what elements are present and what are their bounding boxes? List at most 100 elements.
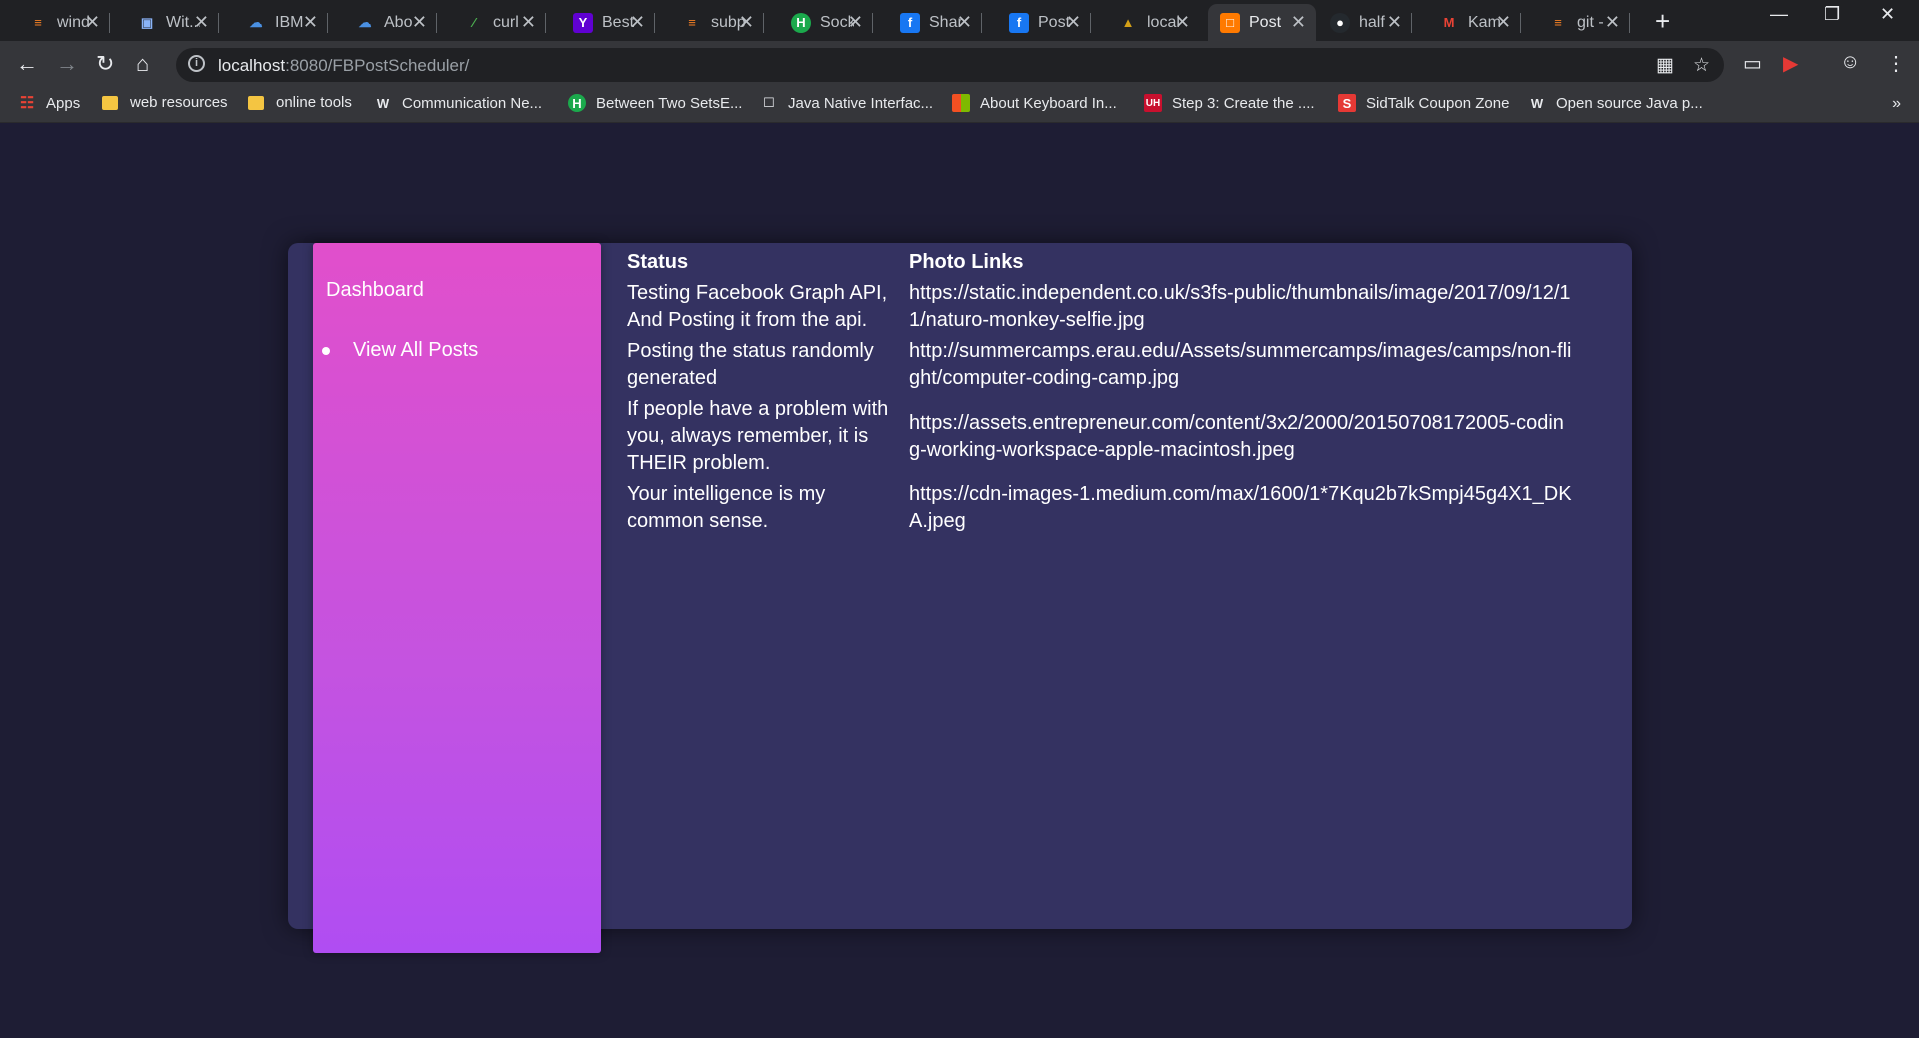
browser-tab-active[interactable]: □ Post ✕ (1208, 4, 1316, 41)
close-icon[interactable]: ✕ (1066, 12, 1081, 33)
close-icon[interactable]: ✕ (1291, 12, 1306, 33)
browser-toolbar: ← → ↻ ⌂ i localhost:8080/FBPostScheduler… (0, 41, 1919, 88)
sidtalk-icon: S (1338, 94, 1356, 112)
home-icon[interactable]: ⌂ (136, 51, 149, 77)
close-icon[interactable]: ✕ (521, 12, 536, 33)
info-icon[interactable]: i (188, 55, 205, 72)
bookmark-label: online tools (276, 94, 352, 111)
browser-tab[interactable]: ☁ IBM ✕ (234, 4, 328, 41)
close-icon[interactable]: ✕ (303, 12, 318, 33)
folder-icon (102, 95, 118, 110)
browser-tab[interactable]: M Kam ✕ (1427, 4, 1521, 41)
tab-separator (1629, 13, 1630, 33)
table-row: Posting the status randomly generated ht… (627, 336, 1589, 394)
back-icon[interactable]: ← (16, 51, 38, 77)
tab-separator (1411, 13, 1412, 33)
bookmark-item[interactable]: About Keyboard In... (952, 94, 1117, 112)
close-icon[interactable]: ✕ (957, 12, 972, 33)
tab-strip: ≡ wind ✕ ▣ Wit... ✕ ☁ IBM ✕ ☁ Abo ✕ ∕ cu… (0, 0, 1919, 41)
bookmark-item[interactable]: H Between Two SetsE... (568, 94, 742, 112)
tab-separator (763, 13, 764, 33)
stackoverflow-icon: ≡ (688, 15, 696, 30)
bookmark-label: Java Native Interfac... (788, 94, 934, 112)
status-cell: Testing Facebook Graph API, And Posting … (627, 282, 888, 331)
tab-separator (872, 13, 873, 33)
close-icon[interactable]: ✕ (412, 12, 427, 33)
status-cell: If people have a problem with you, alway… (627, 398, 889, 474)
youtube-extension-icon[interactable]: ▶ (1783, 51, 1798, 76)
url-host: localhost (218, 56, 286, 75)
address-bar[interactable]: i localhost:8080/FBPostScheduler/ ▦ ☆ (176, 48, 1724, 82)
url-text[interactable]: localhost:8080/FBPostScheduler/ (218, 56, 469, 76)
browser-tab[interactable]: ≡ wind ✕ (16, 4, 110, 41)
cast-icon[interactable]: ▭ (1743, 51, 1762, 76)
photo-link-cell: https://assets.entrepreneur.com/content/… (909, 411, 1564, 461)
profile-avatar-icon[interactable]: ☺ (1840, 51, 1860, 74)
sidebar-nav: View All Posts (322, 339, 478, 362)
sidebar-item-view-all-posts[interactable]: View All Posts (322, 339, 478, 362)
browser-tab[interactable]: Y Best ✕ (561, 4, 655, 41)
postscheduler-icon: □ (1220, 12, 1240, 33)
close-icon[interactable]: ✕ (1387, 12, 1402, 33)
github-icon: ● (1330, 12, 1350, 33)
browser-tab[interactable]: f Shar ✕ (888, 4, 982, 41)
browser-tab[interactable]: ▣ Wit... ✕ (125, 4, 219, 41)
browser-tab[interactable]: ≡ subp ✕ (670, 4, 764, 41)
more-bookmarks-icon[interactable]: » (1892, 95, 1901, 113)
reload-icon[interactable]: ↻ (96, 51, 114, 77)
bookmark-item[interactable]: W Open source Java p... (1528, 94, 1703, 112)
close-icon[interactable]: ✕ (1605, 12, 1620, 33)
bullet-icon (322, 346, 330, 355)
microsoft-icon (952, 94, 970, 112)
close-icon[interactable]: ✕ (85, 12, 100, 33)
bookmark-item[interactable]: W Communication Ne... (374, 94, 542, 112)
tab-separator (1520, 13, 1521, 33)
browser-tab[interactable]: ▲ local ✕ (1106, 4, 1200, 41)
cloud-icon: ☁ (249, 14, 263, 30)
sidebar-item-label: View All Posts (353, 339, 479, 361)
bookmark-label: web resources (130, 94, 228, 111)
uh-icon: UH (1144, 94, 1162, 112)
bookmark-apps[interactable]: ☷ Apps (18, 94, 80, 113)
close-icon[interactable]: ✕ (848, 12, 863, 33)
browser-tab[interactable]: f Post ✕ (997, 4, 1091, 41)
photo-link-cell: https://cdn-images-1.medium.com/max/1600… (909, 483, 1572, 532)
close-icon[interactable]: ✕ (194, 12, 209, 33)
menu-icon[interactable]: ⋮ (1886, 51, 1906, 76)
browser-tab[interactable]: ∕ curl ✕ (452, 4, 546, 41)
apps-grid-icon: ☷ (19, 95, 35, 112)
bookmark-label: About Keyboard In... (980, 94, 1117, 112)
restore-icon[interactable]: ❐ (1824, 4, 1840, 25)
sidebar-title[interactable]: Dashboard (326, 279, 424, 302)
stackoverflow-icon: ≡ (34, 15, 42, 30)
new-tab-icon[interactable]: + (1655, 6, 1670, 37)
tab-separator (436, 13, 437, 33)
table-row: If people have a problem with you, alway… (627, 394, 1589, 479)
bookmark-star-icon[interactable]: ☆ (1693, 54, 1710, 77)
close-icon[interactable]: ✕ (630, 12, 645, 33)
bookmark-folder[interactable]: online tools (248, 94, 352, 111)
browser-tab[interactable]: ● half ✕ (1318, 4, 1412, 41)
translate-icon[interactable]: ▦ (1656, 54, 1674, 77)
bookmark-item[interactable]: S SidTalk Coupon Zone (1338, 94, 1509, 112)
bookmark-item[interactable]: UH Step 3: Create the .... (1144, 94, 1315, 112)
bookmark-item[interactable]: ☐ Java Native Interfac... (760, 94, 933, 112)
close-icon[interactable]: ✕ (1496, 12, 1511, 33)
tab-separator (545, 13, 546, 33)
minimize-icon[interactable]: — (1770, 4, 1788, 25)
cloud-icon: ☁ (358, 14, 372, 30)
window-close-icon[interactable]: ✕ (1880, 4, 1895, 25)
browser-tab[interactable]: ☁ Abo ✕ (343, 4, 437, 41)
yahoo-icon: Y (573, 12, 593, 33)
browser-tab[interactable]: ≡ git - ✕ (1536, 4, 1630, 41)
bookmark-label: Open source Java p... (1556, 94, 1703, 112)
bookmark-folder[interactable]: web resources (102, 94, 228, 111)
gmail-icon: M (1443, 15, 1455, 30)
browser-tab[interactable]: H Sock ✕ (779, 4, 873, 41)
bookmarks-bar: ☷ Apps web resources online tools W Comm… (0, 88, 1919, 123)
table-row: Testing Facebook Graph API, And Posting … (627, 278, 1589, 336)
tab-separator (327, 13, 328, 33)
close-icon[interactable]: ✕ (1175, 12, 1190, 33)
forward-icon[interactable]: → (56, 51, 78, 77)
close-icon[interactable]: ✕ (739, 12, 754, 33)
